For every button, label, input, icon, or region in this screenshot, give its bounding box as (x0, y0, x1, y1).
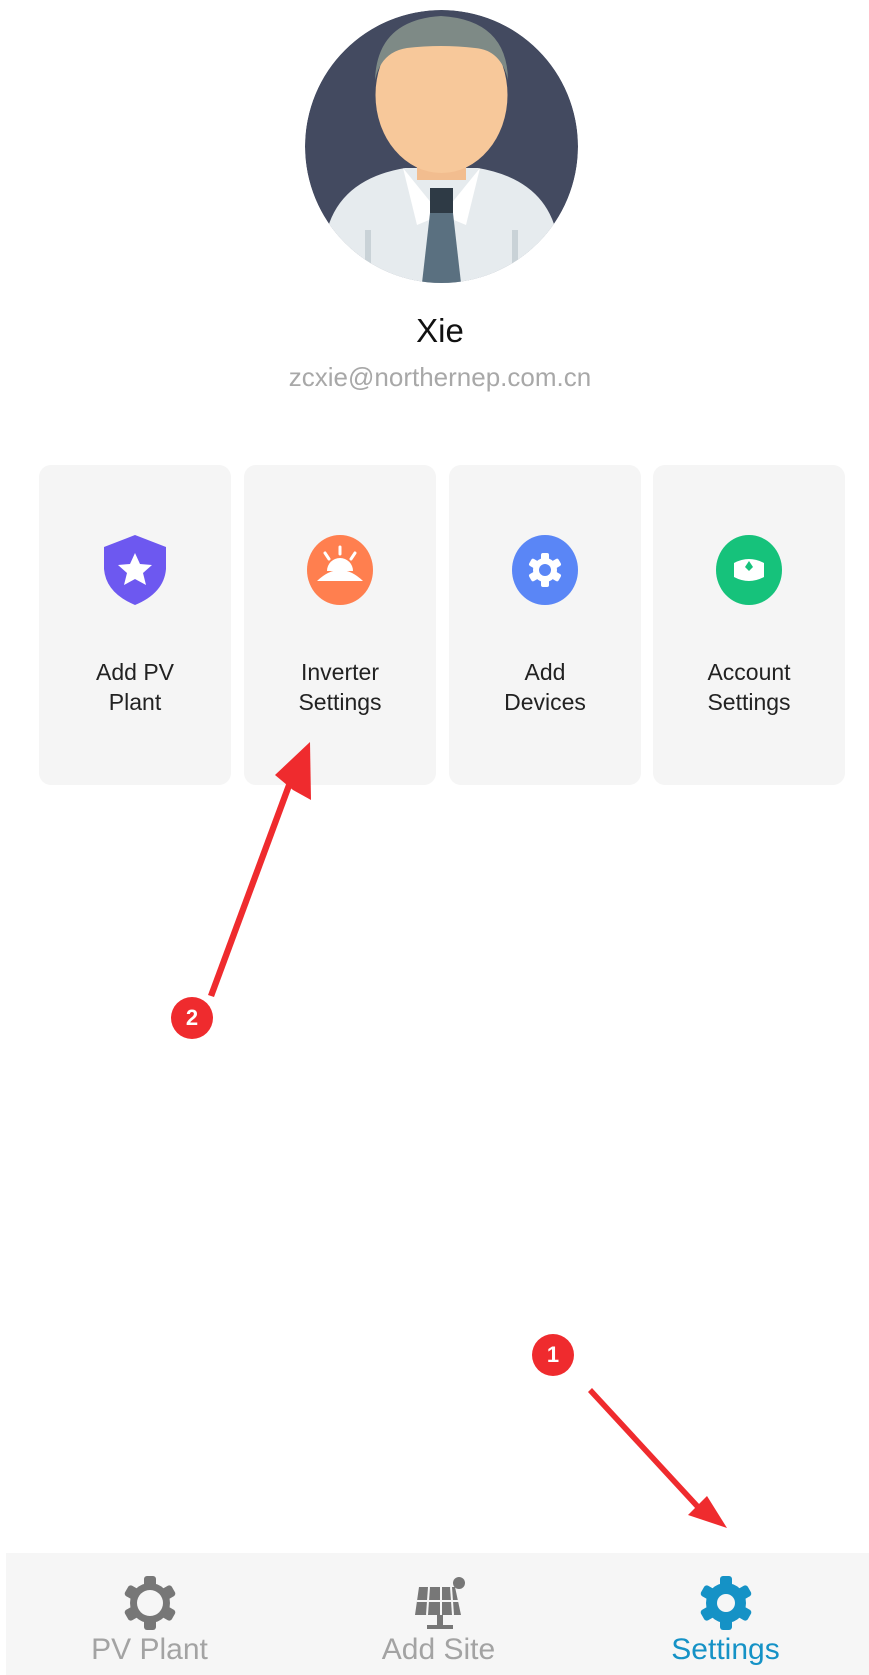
nav-add-site[interactable]: Add Site (295, 1553, 582, 1675)
gear-outline-icon (122, 1575, 178, 1631)
avatar-image (305, 10, 578, 283)
tile-label: Add PV Plant (96, 659, 174, 715)
gear-icon (698, 1575, 754, 1631)
annotation-arrow-1 (588, 1388, 700, 1509)
tile-label: Inverter Settings (298, 659, 382, 715)
nav-label: PV Plant (91, 1633, 208, 1666)
account-icon (714, 533, 784, 607)
nav-label: Settings (671, 1633, 780, 1666)
tile-label: Account Settings (707, 659, 791, 715)
bottom-nav: PV Plant Add Site Settings (6, 1553, 869, 1675)
shield-star-icon (100, 533, 170, 607)
nav-label: Add Site (381, 1633, 496, 1666)
annotation-badge-2: 2 (171, 997, 213, 1039)
annotation-arrow-1-head (688, 1496, 727, 1528)
nav-settings[interactable]: Settings (582, 1553, 869, 1675)
user-name: Xie (416, 312, 464, 349)
solar-panel-icon (411, 1575, 467, 1631)
annotation-arrow-2 (208, 760, 301, 997)
annotation-badge-1: 1 (532, 1334, 574, 1376)
sunrise-icon (305, 533, 375, 607)
gear-icon (510, 533, 580, 607)
avatar[interactable] (305, 10, 578, 283)
add-pv-plant-button[interactable]: Add PV Plant (39, 465, 231, 785)
user-email: zcxie@northernep.com.cn (288, 362, 592, 392)
add-devices-button[interactable]: Add Devices (449, 465, 641, 785)
tile-label: Add Devices (504, 659, 586, 715)
nav-pv-plant[interactable]: PV Plant (6, 1553, 293, 1675)
account-settings-button[interactable]: Account Settings (653, 465, 845, 785)
inverter-settings-button[interactable]: Inverter Settings (244, 465, 436, 785)
